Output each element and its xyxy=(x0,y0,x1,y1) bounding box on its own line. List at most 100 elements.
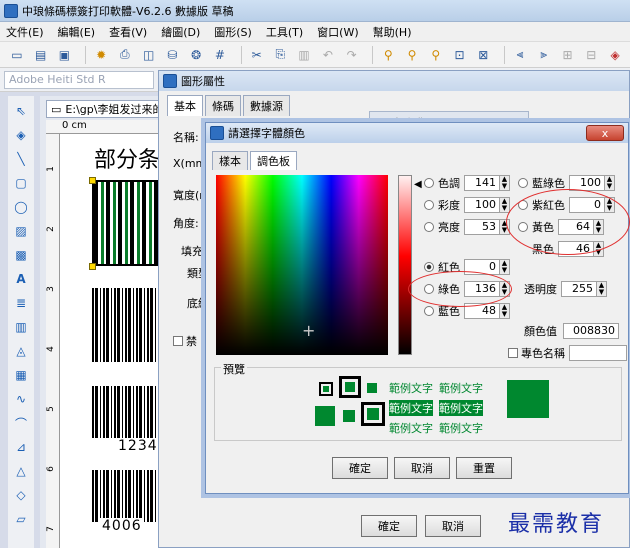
color-reset-button[interactable]: 重置 xyxy=(456,457,512,479)
layer-icon[interactable]: ◈ xyxy=(606,46,624,64)
group-icon[interactable]: ⊞ xyxy=(559,46,577,64)
redo-icon[interactable]: ↷ xyxy=(343,46,361,64)
color-cancel-button[interactable]: 取消 xyxy=(394,457,450,479)
transparency-input[interactable]: 255 xyxy=(561,281,597,297)
cut-icon[interactable]: ✂ xyxy=(248,46,266,64)
tab-barcode[interactable]: 條碼 xyxy=(205,95,241,116)
diamond-icon[interactable]: ◇ xyxy=(12,486,30,504)
sample-text: 範例文字 xyxy=(439,422,483,435)
batch-icon[interactable]: ❂ xyxy=(187,46,205,64)
align-left-icon[interactable]: ⫷ xyxy=(511,46,529,64)
cyan-spinner[interactable]: ▲ ▼ xyxy=(605,175,615,191)
image-icon[interactable]: ▨ xyxy=(12,222,30,240)
rotate-icon[interactable]: ◈ xyxy=(12,126,30,144)
hue-spinner[interactable]: ▲ ▼ xyxy=(500,175,510,191)
menu-view[interactable]: 查看(V) xyxy=(109,24,147,40)
zoom-out-icon[interactable]: ⚲ xyxy=(403,46,421,64)
open-icon[interactable]: ▤ xyxy=(32,46,50,64)
title-bar: 中琅條碼標簽打印軟體-V6.2.6 數據版 草稿 xyxy=(0,0,630,22)
sample-text: 範例文字 xyxy=(389,382,433,395)
menu-tools[interactable]: 工具(T) xyxy=(266,24,303,40)
copy-icon[interactable]: ⎘ xyxy=(271,46,289,64)
database-icon[interactable]: ⛁ xyxy=(163,46,181,64)
ellipse-icon[interactable]: ◯ xyxy=(12,198,30,216)
forbid-checkbox[interactable]: 禁 xyxy=(173,333,197,349)
tab-palette[interactable]: 調色板 xyxy=(250,151,297,170)
curve-icon[interactable]: ∿ xyxy=(12,390,30,408)
hue-radio[interactable] xyxy=(424,178,434,188)
ungroup-icon[interactable]: ⊟ xyxy=(582,46,600,64)
spot-color-name-input[interactable] xyxy=(569,345,627,361)
print-icon[interactable]: ⎙ xyxy=(116,46,134,64)
undo-icon[interactable]: ↶ xyxy=(319,46,337,64)
fit-page-icon[interactable]: ⊡ xyxy=(451,46,469,64)
line-icon[interactable]: ╲ xyxy=(12,150,30,168)
font-family-select[interactable]: Adobe Heiti Std R xyxy=(4,71,154,89)
red-radio[interactable] xyxy=(424,262,434,272)
actual-size-icon[interactable]: ⊠ xyxy=(474,46,492,64)
red-spinner[interactable]: ▲ ▼ xyxy=(500,259,510,275)
pointer-icon[interactable]: ⇖ xyxy=(12,102,30,120)
tab-datasource[interactable]: 數據源 xyxy=(243,95,290,116)
forbid-checkbox-box[interactable] xyxy=(173,336,183,346)
polygon-icon[interactable]: ⊿ xyxy=(12,438,30,456)
parallelogram-icon[interactable]: ▱ xyxy=(12,510,30,528)
save-icon[interactable]: ▣ xyxy=(56,46,74,64)
preview-swatch xyxy=(345,382,355,392)
saturation-radio[interactable] xyxy=(424,200,434,210)
menu-edit[interactable]: 編輯(E) xyxy=(58,24,96,40)
brightness-input[interactable]: 53 xyxy=(464,219,500,235)
properties-cancel-button[interactable]: 取消 xyxy=(425,515,481,537)
qrcode-object[interactable] xyxy=(92,180,158,266)
brightness-radio[interactable] xyxy=(424,222,434,232)
barcode-object[interactable] xyxy=(92,386,162,438)
arc-icon[interactable]: ⌒ xyxy=(12,414,30,432)
properties-ok-button[interactable]: 確定 xyxy=(361,515,417,537)
hue-input[interactable]: 141 xyxy=(464,175,500,191)
grid-icon[interactable]: # xyxy=(211,46,229,64)
triangle-icon[interactable]: △ xyxy=(12,462,30,480)
align-right-icon[interactable]: ⫸ xyxy=(535,46,553,64)
text-icon[interactable]: A xyxy=(12,270,30,288)
zoom-in-icon[interactable]: ⚲ xyxy=(379,46,397,64)
selection-handle[interactable] xyxy=(89,177,96,184)
menu-help[interactable]: 幫助(H) xyxy=(373,24,412,40)
multiline-text-icon[interactable]: ≣ xyxy=(12,294,30,312)
selection-handle[interactable] xyxy=(89,263,96,270)
blue-spinner[interactable]: ▲ ▼ xyxy=(500,303,510,319)
menu-shape[interactable]: 圖形(S) xyxy=(214,24,252,40)
color-ok-button[interactable]: 確定 xyxy=(332,457,388,479)
settings-icon[interactable]: ✹ xyxy=(92,46,110,64)
menu-file[interactable]: 文件(E) xyxy=(6,24,44,40)
document-tab[interactable]: ▭ E:\gp\李姐发过来的 xyxy=(46,100,166,118)
picture-icon[interactable]: ▩ xyxy=(12,246,30,264)
annotation-circle xyxy=(408,271,512,307)
preview-icon[interactable]: ◫ xyxy=(140,46,158,64)
tab-samples[interactable]: 樣本 xyxy=(212,151,248,170)
barcode-object[interactable] xyxy=(92,288,162,362)
cyan-radio[interactable] xyxy=(518,178,528,188)
spectrum-crosshair[interactable]: + xyxy=(302,321,315,340)
luminance-slider[interactable] xyxy=(398,175,412,355)
vertical-ruler: 1 2 3 4 5 6 7 xyxy=(46,134,60,548)
new-icon[interactable]: ▭ xyxy=(8,46,26,64)
paste-icon[interactable]: ▥ xyxy=(295,46,313,64)
color-value-input[interactable]: 008830 xyxy=(563,323,619,339)
menu-draw[interactable]: 繪圖(D) xyxy=(161,24,200,40)
barcode-object[interactable] xyxy=(92,470,162,522)
qrcode-icon[interactable]: ▦ xyxy=(12,366,30,384)
zoom-fit-icon[interactable]: ⚲ xyxy=(427,46,445,64)
transparency-spinner[interactable]: ▲ ▼ xyxy=(597,281,607,297)
close-button[interactable]: x xyxy=(586,125,624,141)
spot-color-checkbox[interactable] xyxy=(508,348,518,358)
luminance-arrow-icon[interactable]: ◀ xyxy=(414,179,422,190)
shape-icon[interactable]: ◬ xyxy=(12,342,30,360)
saturation-input[interactable]: 100 xyxy=(464,197,500,213)
label-title-text[interactable]: 部分条 xyxy=(94,142,160,174)
rectangle-icon[interactable]: ▢ xyxy=(12,174,30,192)
label-page[interactable]: 部分条 1234 4006 xyxy=(60,134,165,548)
barcode-icon[interactable]: ▥ xyxy=(12,318,30,336)
tab-basic[interactable]: 基本 xyxy=(167,95,203,116)
blue-radio[interactable] xyxy=(424,306,434,316)
menu-window[interactable]: 窗口(W) xyxy=(317,24,358,40)
